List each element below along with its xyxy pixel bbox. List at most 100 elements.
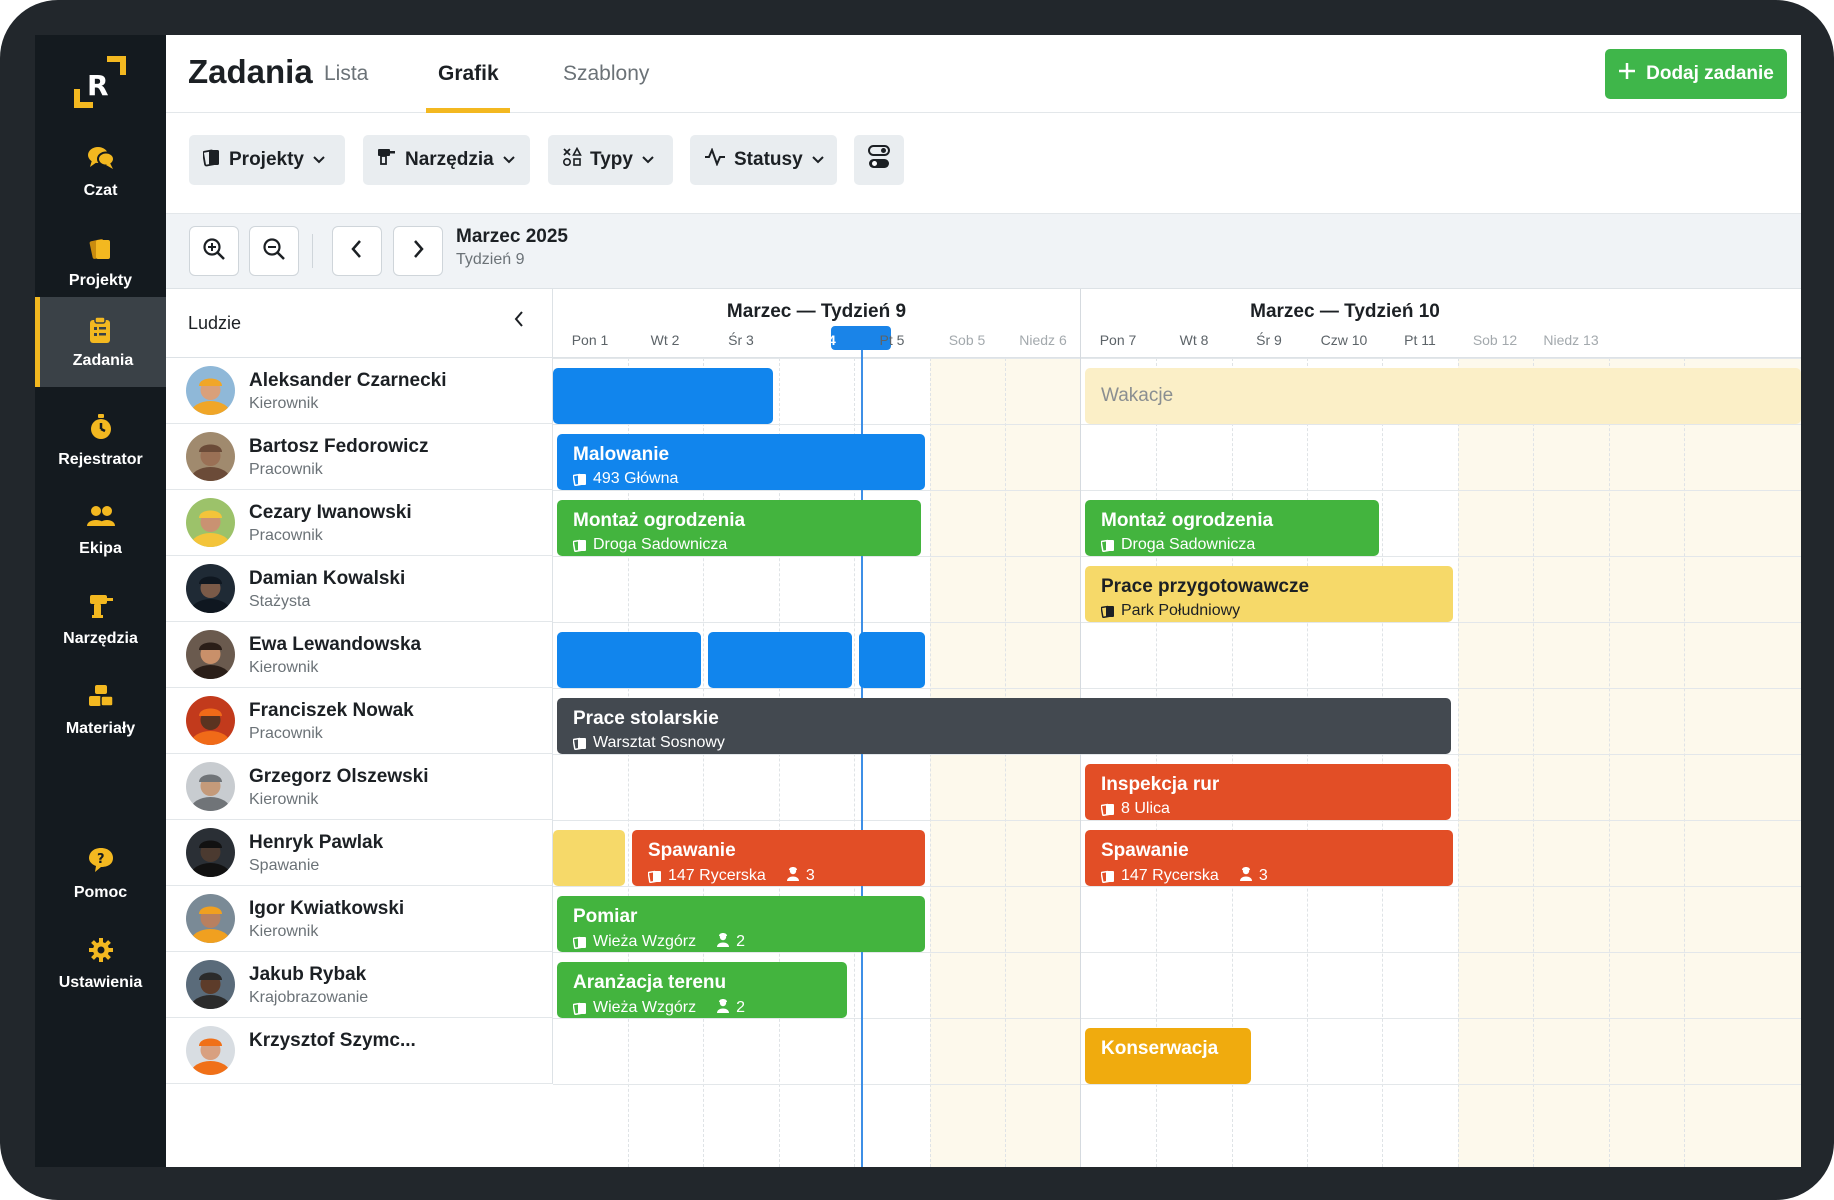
drill-icon xyxy=(377,147,397,173)
calendar-toolbar: Marzec 2025 Tydzień 9 xyxy=(166,214,1801,289)
statuses-filter[interactable]: Statusy xyxy=(690,135,837,185)
projects-icon xyxy=(86,233,116,263)
row-divider xyxy=(553,556,1801,557)
task-title: Montaż ogrodzenia xyxy=(573,510,746,531)
person-name: Cezary Iwanowski xyxy=(249,502,412,523)
project-icon xyxy=(648,869,662,884)
avatar xyxy=(186,630,235,679)
task-bar[interactable] xyxy=(553,368,773,424)
sidebar-item-materialy[interactable]: Materiały xyxy=(35,661,166,765)
task-location: Wieża Wzgórz xyxy=(593,999,697,1016)
sidebar-item-label: Ustawienia xyxy=(58,974,143,991)
day-label: Sob 12 xyxy=(1472,332,1518,348)
zoom-out-button[interactable] xyxy=(249,226,299,276)
project-icon xyxy=(573,538,587,553)
tools-filter-label: Narzędzia xyxy=(405,149,494,170)
person-row[interactable]: Damian Kowalski Stażysta xyxy=(166,556,553,622)
person-row[interactable]: Henryk Pawlak Spawanie xyxy=(166,820,553,886)
task-location: Droga Sadownicza xyxy=(1121,536,1256,553)
task-bar-prace-stolarskie[interactable]: Prace stolarskie Warsztat Sosnowy xyxy=(557,698,1451,754)
day-divider xyxy=(1307,358,1308,1167)
person-row[interactable]: Cezary Iwanowski Pracownik xyxy=(166,490,553,556)
task-bar[interactable] xyxy=(859,632,925,688)
tab-szablony[interactable]: Szablony xyxy=(563,62,649,86)
person-row[interactable]: Franciszek Nowak Pracownik xyxy=(166,688,553,754)
view-toggle-button[interactable] xyxy=(854,135,904,185)
person-row[interactable]: Grzegorz Olszewski Kierownik xyxy=(166,754,553,820)
avatar xyxy=(186,894,235,943)
day-label: Czw 10 xyxy=(1320,332,1368,348)
sidebar-item-pomoc[interactable]: ? Pomoc xyxy=(35,825,166,929)
task-title: Pomiar xyxy=(573,906,638,927)
person-name: Damian Kowalski xyxy=(249,568,406,589)
sidebar-item-label: Materiały xyxy=(65,720,136,737)
day-label: Czw 4 xyxy=(796,332,836,348)
task-bar-prace-przygotowawcze[interactable]: Prace przygotowawcze Park Południowy xyxy=(1085,566,1453,622)
next-week-button[interactable] xyxy=(393,226,443,276)
sidebar-item-ustawienia[interactable]: Ustawienia xyxy=(35,915,166,1019)
tab-lista[interactable]: Lista xyxy=(324,62,368,86)
task-bar-konserwacja[interactable]: Konserwacja xyxy=(1085,1028,1251,1084)
tab-grafik[interactable]: Grafik xyxy=(438,62,499,86)
zoom-in-button[interactable] xyxy=(189,226,239,276)
person-role: Krajobrazowanie xyxy=(249,989,369,1006)
app-screen: R Czat Projekty Zadania Rejestrator Ekip… xyxy=(35,35,1801,1167)
avatar xyxy=(186,960,235,1009)
row-divider xyxy=(553,688,1801,689)
person-role: Spawanie xyxy=(249,857,320,874)
day-divider xyxy=(1458,358,1459,1167)
worker-count: 3 xyxy=(1258,867,1268,884)
person-name: Igor Kwiatkowski xyxy=(249,898,405,919)
task-bar-aranzacja-terenu[interactable]: Aranżacja terenu Wieża Wzgórz 2 xyxy=(557,962,847,1018)
person-row[interactable]: Igor Kwiatkowski Kierownik xyxy=(166,886,553,952)
sidebar-item-ekipa[interactable]: Ekipa xyxy=(35,481,166,585)
current-month: Marzec 2025 xyxy=(456,226,568,247)
collapse-people-button[interactable] xyxy=(512,309,526,334)
sidebar-item-narzedzia[interactable]: Narzędzia xyxy=(35,571,166,675)
task-bar-montaz-ogrodzenia[interactable]: Montaż ogrodzenia Droga Sadownicza xyxy=(557,500,921,556)
task-bar-malowanie[interactable]: Malowanie 493 Główna xyxy=(557,434,925,490)
project-icon xyxy=(1101,802,1115,817)
task-location: Warsztat Sosnowy xyxy=(593,734,725,751)
chevron-down-icon xyxy=(641,149,655,171)
person-row[interactable]: Ewa Lewandowska Kierownik xyxy=(166,622,553,688)
svg-text:?: ? xyxy=(97,852,105,867)
projects-icon xyxy=(202,147,221,173)
task-bar[interactable] xyxy=(708,632,852,688)
day-label: Pon 7 xyxy=(1099,332,1137,348)
toggle-icon xyxy=(868,145,890,175)
add-task-button[interactable]: Dodaj zadanie xyxy=(1605,49,1787,99)
previous-week-button[interactable] xyxy=(332,226,382,276)
person-role: Kierownik xyxy=(249,791,319,808)
schedule-grid: Marzec — Tydzień 9 Marzec — Tydzień 10 P… xyxy=(553,289,1801,1167)
task-title: Spawanie xyxy=(648,840,736,861)
project-icon xyxy=(573,472,587,487)
person-row[interactable]: Aleksander Czarnecki Kierownik xyxy=(166,358,553,424)
person-role: Kierownik xyxy=(249,395,319,412)
task-bar-pomiar[interactable]: Pomiar Wieża Wzgórz 2 xyxy=(557,896,925,952)
tools-filter[interactable]: Narzędzia xyxy=(363,135,530,185)
task-bar[interactable] xyxy=(557,632,701,688)
sidebar-item-czat[interactable]: Czat xyxy=(35,123,166,227)
task-bar-spawanie[interactable]: Spawanie 147 Rycerska 3 xyxy=(632,830,925,886)
task-bar-spawanie[interactable]: Spawanie 147 Rycerska 3 xyxy=(1085,830,1453,886)
person-row[interactable]: Jakub Rybak Krajobrazowanie xyxy=(166,952,553,1018)
person-row[interactable]: Bartosz Fedorowicz Pracownik xyxy=(166,424,553,490)
task-bar[interactable] xyxy=(553,830,625,886)
task-location: 493 Główna xyxy=(593,470,679,487)
sidebar-item-label: Pomoc xyxy=(73,884,128,901)
task-title: Montaż ogrodzenia xyxy=(1101,510,1274,531)
projects-filter[interactable]: Projekty xyxy=(189,135,345,185)
task-bar-montaz-ogrodzenia[interactable]: Montaż ogrodzenia Droga Sadownicza xyxy=(1085,500,1379,556)
row-divider xyxy=(553,358,1801,359)
row-divider xyxy=(553,1084,1801,1085)
task-bar-inspekcja-rur[interactable]: Inspekcja rur 8 Ulica xyxy=(1085,764,1451,820)
person-row[interactable]: Krzysztof Szymc... xyxy=(166,1018,553,1084)
types-filter[interactable]: Typy xyxy=(548,135,673,185)
vacation-bar[interactable]: Wakacje xyxy=(1085,368,1801,424)
project-icon xyxy=(573,1001,587,1016)
app-logo[interactable]: R xyxy=(73,55,127,109)
avatar xyxy=(186,498,235,547)
sidebar-item-label: Rejestrator xyxy=(58,451,143,468)
sidebar-item-zadania[interactable]: Zadania xyxy=(35,297,166,387)
